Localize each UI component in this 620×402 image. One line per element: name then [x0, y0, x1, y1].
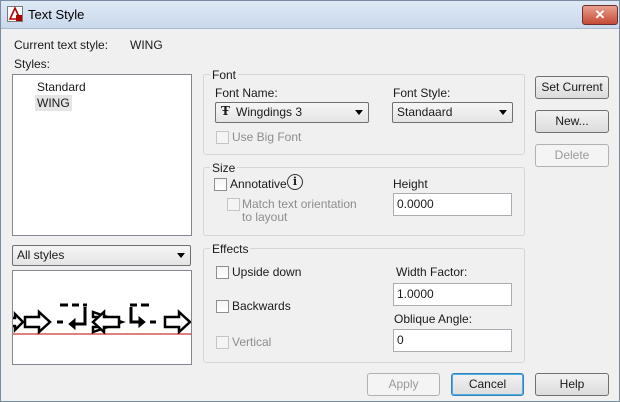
- truetype-font-icon: Ŧ: [221, 104, 230, 118]
- help-button[interactable]: Help: [535, 373, 609, 396]
- info-glyph: i: [292, 175, 298, 188]
- window-title: Text Style: [28, 7, 85, 22]
- match-orientation-label-line1: Match text orientation: [242, 197, 357, 211]
- info-icon[interactable]: i: [287, 174, 303, 190]
- match-orientation-label-line2: to layout: [242, 210, 288, 224]
- style-item-standard[interactable]: Standard: [35, 79, 88, 95]
- font-group-title: Font: [210, 68, 239, 82]
- upside-down-label: Upside down: [232, 265, 302, 279]
- match-orientation-checkbox[interactable]: [227, 198, 240, 211]
- annotative-label: Annotative: [230, 177, 287, 191]
- style-item-wing[interactable]: WING: [35, 95, 72, 111]
- styles-filter-dropdown[interactable]: All styles: [12, 245, 191, 266]
- chevron-down-icon: [355, 110, 363, 115]
- cancel-button[interactable]: Cancel: [451, 373, 524, 396]
- font-style-value: Standaard: [397, 105, 453, 119]
- annotative-checkbox[interactable]: [214, 178, 227, 191]
- backwards-label: Backwards: [232, 299, 291, 313]
- apply-button[interactable]: Apply: [367, 373, 440, 396]
- use-big-font-label: Use Big Font: [232, 130, 302, 144]
- vertical-label: Vertical: [232, 335, 272, 349]
- styles-filter-value: All styles: [17, 248, 65, 262]
- oblique-angle-value: 0: [397, 333, 404, 347]
- autocad-lt-app-icon: [7, 6, 23, 22]
- close-icon: ✕: [594, 7, 606, 22]
- set-current-button[interactable]: Set Current: [535, 76, 609, 99]
- width-factor-input[interactable]: 1.0000: [393, 283, 512, 306]
- width-factor-value: 1.0000: [397, 287, 434, 301]
- wingdings-preview-glyphs: [13, 303, 191, 335]
- font-style-dropdown[interactable]: Standaard: [392, 102, 513, 123]
- styles-list[interactable]: Standard WING: [12, 74, 192, 236]
- styles-label: Styles:: [14, 57, 51, 71]
- upside-down-checkbox[interactable]: [216, 266, 229, 279]
- effects-group-title: Effects: [210, 242, 251, 256]
- backwards-checkbox[interactable]: [216, 300, 229, 313]
- chevron-down-icon: [499, 110, 507, 115]
- vertical-checkbox[interactable]: [216, 336, 229, 349]
- current-style-value: WING: [130, 38, 163, 52]
- new-style-button[interactable]: New...: [535, 110, 609, 133]
- title-bar[interactable]: Text Style ✕: [1, 1, 619, 29]
- height-value: 0.0000: [397, 197, 434, 211]
- width-factor-label: Width Factor:: [396, 265, 468, 279]
- size-group-title: Size: [210, 161, 238, 175]
- close-button[interactable]: ✕: [582, 5, 618, 25]
- oblique-angle-input[interactable]: 0: [393, 329, 512, 352]
- text-style-dialog: Text Style ✕ Current text style: WING St…: [0, 0, 620, 402]
- delete-style-button[interactable]: Delete: [535, 144, 609, 167]
- font-name-dropdown[interactable]: Ŧ Wingdings 3: [215, 102, 369, 123]
- font-name-label: Font Name:: [215, 86, 278, 100]
- text-preview: [12, 270, 192, 365]
- height-input[interactable]: 0.0000: [393, 193, 512, 216]
- use-big-font-checkbox[interactable]: [216, 131, 229, 144]
- font-name-value: Wingdings 3: [236, 105, 303, 119]
- oblique-angle-label: Oblique Angle:: [394, 312, 473, 326]
- height-label: Height: [393, 177, 428, 191]
- current-style-label: Current text style:: [14, 38, 109, 52]
- font-style-label: Font Style:: [393, 86, 451, 100]
- chevron-down-icon: [177, 253, 185, 258]
